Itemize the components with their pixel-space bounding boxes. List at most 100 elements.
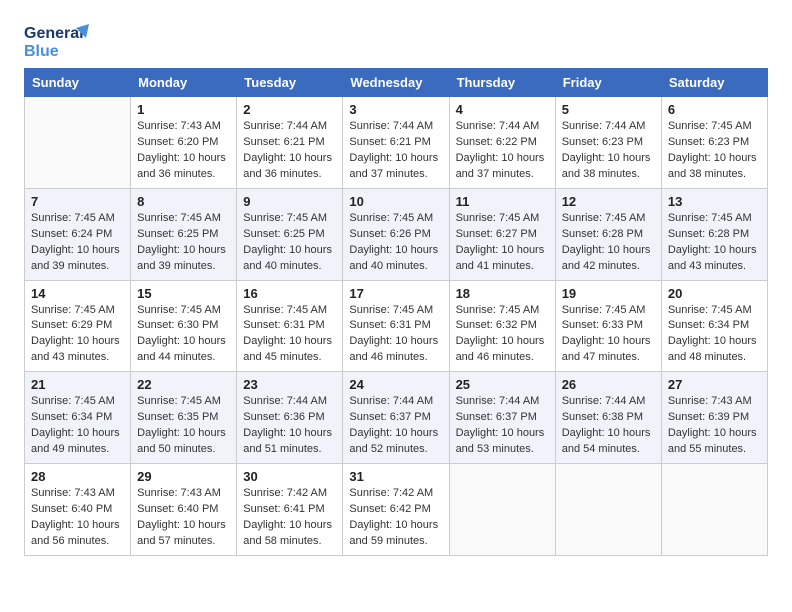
calendar-cell: [661, 464, 767, 556]
calendar-cell: 18 Sunrise: 7:45 AM Sunset: 6:32 PM Dayli…: [449, 280, 555, 372]
day-detail: Sunrise: 7:45 AM Sunset: 6:25 PM Dayligh…: [137, 211, 230, 275]
day-detail: Sunrise: 7:43 AM Sunset: 6:39 PM Dayligh…: [668, 394, 761, 458]
day-number: 9: [243, 194, 336, 209]
day-number: 30: [243, 469, 336, 484]
day-number: 18: [456, 286, 549, 301]
calendar-cell: 5Sunrise: 7:44 AM Sunset: 6:23 PM Daylig…: [555, 97, 661, 189]
calendar-cell: [25, 97, 131, 189]
day-detail: Sunrise: 7:44 AM Sunset: 6:23 PM Dayligh…: [562, 119, 655, 183]
calendar-cell: 7 Sunrise: 7:45 AM Sunset: 6:24 PM Daylig…: [25, 188, 131, 280]
day-number: 7: [31, 194, 124, 209]
calendar-cell: 4Sunrise: 7:44 AM Sunset: 6:22 PM Daylig…: [449, 97, 555, 189]
calendar-cell: 16 Sunrise: 7:45 AM Sunset: 6:31 PM Dayli…: [237, 280, 343, 372]
weekday-header-wednesday: Wednesday: [343, 69, 449, 97]
calendar-cell: 28Sunrise: 7:43 AM Sunset: 6:40 PM Dayli…: [25, 464, 131, 556]
calendar-cell: 29Sunrise: 7:43 AM Sunset: 6:40 PM Dayli…: [131, 464, 237, 556]
svg-text:General: General: [24, 25, 84, 42]
day-detail: Sunrise: 7:45 AM Sunset: 6:27 PM Dayligh…: [456, 211, 549, 275]
calendar-cell: 21 Sunrise: 7:45 AM Sunset: 6:34 PM Dayli…: [25, 372, 131, 464]
day-detail: Sunrise: 7:45 AM Sunset: 6:25 PM Dayligh…: [243, 211, 336, 275]
calendar-cell: 19Sunrise: 7:45 AM Sunset: 6:33 PM Dayli…: [555, 280, 661, 372]
day-detail: Sunrise: 7:44 AM Sunset: 6:36 PM Dayligh…: [243, 394, 336, 458]
calendar-cell: 2Sunrise: 7:44 AM Sunset: 6:21 PM Daylig…: [237, 97, 343, 189]
calendar-week-row: 7 Sunrise: 7:45 AM Sunset: 6:24 PM Daylig…: [25, 188, 768, 280]
day-detail: Sunrise: 7:45 AM Sunset: 6:34 PM Dayligh…: [31, 394, 124, 458]
day-detail: Sunrise: 7:45 AM Sunset: 6:29 PM Dayligh…: [31, 303, 124, 367]
logo: GeneralBlue: [24, 20, 94, 60]
day-detail: Sunrise: 7:44 AM Sunset: 6:21 PM Dayligh…: [243, 119, 336, 183]
weekday-header-thursday: Thursday: [449, 69, 555, 97]
day-number: 16: [243, 286, 336, 301]
day-detail: Sunrise: 7:42 AM Sunset: 6:41 PM Dayligh…: [243, 486, 336, 550]
day-number: 26: [562, 377, 655, 392]
day-detail: Sunrise: 7:45 AM Sunset: 6:26 PM Dayligh…: [349, 211, 442, 275]
day-number: 15: [137, 286, 230, 301]
day-number: 17: [349, 286, 442, 301]
calendar-cell: 14 Sunrise: 7:45 AM Sunset: 6:29 PM Dayli…: [25, 280, 131, 372]
day-number: 22: [137, 377, 230, 392]
day-detail: Sunrise: 7:45 AM Sunset: 6:32 PM Dayligh…: [456, 303, 549, 367]
day-number: 8: [137, 194, 230, 209]
weekday-header-friday: Friday: [555, 69, 661, 97]
calendar-cell: 26 Sunrise: 7:44 AM Sunset: 6:38 PM Dayli…: [555, 372, 661, 464]
day-number: 25: [456, 377, 549, 392]
day-number: 14: [31, 286, 124, 301]
day-detail: Sunrise: 7:43 AM Sunset: 6:20 PM Dayligh…: [137, 119, 230, 183]
calendar-week-row: 28Sunrise: 7:43 AM Sunset: 6:40 PM Dayli…: [25, 464, 768, 556]
calendar-cell: 27Sunrise: 7:43 AM Sunset: 6:39 PM Dayli…: [661, 372, 767, 464]
day-number: 11: [456, 194, 549, 209]
day-detail: Sunrise: 7:42 AM Sunset: 6:42 PM Dayligh…: [349, 486, 442, 550]
calendar-cell: 25 Sunrise: 7:44 AM Sunset: 6:37 PM Dayli…: [449, 372, 555, 464]
day-number: 6: [668, 102, 761, 117]
calendar-cell: 20 Sunrise: 7:45 AM Sunset: 6:34 PM Dayli…: [661, 280, 767, 372]
day-detail: Sunrise: 7:45 AM Sunset: 6:28 PM Dayligh…: [562, 211, 655, 275]
day-number: 20: [668, 286, 761, 301]
day-detail: Sunrise: 7:44 AM Sunset: 6:38 PM Dayligh…: [562, 394, 655, 458]
calendar-cell: 31 Sunrise: 7:42 AM Sunset: 6:42 PM Dayli…: [343, 464, 449, 556]
page-header: GeneralBlue: [24, 20, 768, 60]
day-detail: Sunrise: 7:44 AM Sunset: 6:37 PM Dayligh…: [456, 394, 549, 458]
day-detail: Sunrise: 7:45 AM Sunset: 6:23 PM Dayligh…: [668, 119, 761, 183]
day-number: 10: [349, 194, 442, 209]
calendar-cell: 23 Sunrise: 7:44 AM Sunset: 6:36 PM Dayli…: [237, 372, 343, 464]
day-detail: Sunrise: 7:45 AM Sunset: 6:34 PM Dayligh…: [668, 303, 761, 367]
day-number: 13: [668, 194, 761, 209]
calendar-cell: 3 Sunrise: 7:44 AM Sunset: 6:21 PM Daylig…: [343, 97, 449, 189]
day-number: 21: [31, 377, 124, 392]
calendar-cell: 12 Sunrise: 7:45 AM Sunset: 6:28 PM Dayli…: [555, 188, 661, 280]
calendar-cell: 24 Sunrise: 7:44 AM Sunset: 6:37 PM Dayli…: [343, 372, 449, 464]
day-detail: Sunrise: 7:43 AM Sunset: 6:40 PM Dayligh…: [31, 486, 124, 550]
day-detail: Sunrise: 7:45 AM Sunset: 6:31 PM Dayligh…: [243, 303, 336, 367]
calendar-cell: 8 Sunrise: 7:45 AM Sunset: 6:25 PM Daylig…: [131, 188, 237, 280]
weekday-header-monday: Monday: [131, 69, 237, 97]
day-number: 24: [349, 377, 442, 392]
svg-text:Blue: Blue: [24, 43, 59, 60]
calendar-cell: 10 Sunrise: 7:45 AM Sunset: 6:26 PM Dayli…: [343, 188, 449, 280]
day-detail: Sunrise: 7:44 AM Sunset: 6:37 PM Dayligh…: [349, 394, 442, 458]
day-detail: Sunrise: 7:45 AM Sunset: 6:33 PM Dayligh…: [562, 303, 655, 367]
weekday-header-tuesday: Tuesday: [237, 69, 343, 97]
calendar-cell: 15Sunrise: 7:45 AM Sunset: 6:30 PM Dayli…: [131, 280, 237, 372]
day-detail: Sunrise: 7:44 AM Sunset: 6:22 PM Dayligh…: [456, 119, 549, 183]
calendar-cell: 1 Sunrise: 7:43 AM Sunset: 6:20 PM Daylig…: [131, 97, 237, 189]
day-detail: Sunrise: 7:45 AM Sunset: 6:24 PM Dayligh…: [31, 211, 124, 275]
calendar-cell: 11 Sunrise: 7:45 AM Sunset: 6:27 PM Dayli…: [449, 188, 555, 280]
calendar-cell: [449, 464, 555, 556]
day-detail: Sunrise: 7:45 AM Sunset: 6:31 PM Dayligh…: [349, 303, 442, 367]
calendar-week-row: 1 Sunrise: 7:43 AM Sunset: 6:20 PM Daylig…: [25, 97, 768, 189]
calendar-week-row: 14 Sunrise: 7:45 AM Sunset: 6:29 PM Dayli…: [25, 280, 768, 372]
day-number: 12: [562, 194, 655, 209]
calendar-cell: 9 Sunrise: 7:45 AM Sunset: 6:25 PM Daylig…: [237, 188, 343, 280]
day-number: 3: [349, 102, 442, 117]
day-detail: Sunrise: 7:44 AM Sunset: 6:21 PM Dayligh…: [349, 119, 442, 183]
calendar-cell: 6 Sunrise: 7:45 AM Sunset: 6:23 PM Daylig…: [661, 97, 767, 189]
day-detail: Sunrise: 7:45 AM Sunset: 6:35 PM Dayligh…: [137, 394, 230, 458]
calendar-cell: [555, 464, 661, 556]
logo-svg: GeneralBlue: [24, 20, 94, 60]
calendar-cell: 22 Sunrise: 7:45 AM Sunset: 6:35 PM Dayli…: [131, 372, 237, 464]
day-number: 23: [243, 377, 336, 392]
calendar-cell: 17 Sunrise: 7:45 AM Sunset: 6:31 PM Dayli…: [343, 280, 449, 372]
day-number: 1: [137, 102, 230, 117]
weekday-header-row: SundayMondayTuesdayWednesdayThursdayFrid…: [25, 69, 768, 97]
day-number: 31: [349, 469, 442, 484]
